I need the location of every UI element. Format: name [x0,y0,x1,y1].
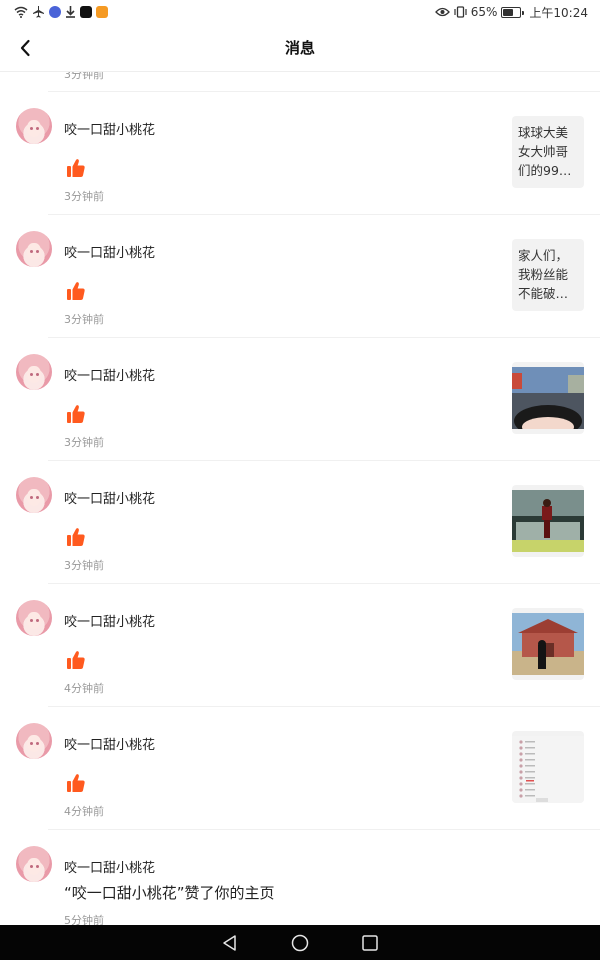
list-item[interactable]: 咬一口甜小桃花 4分钟前 [0,584,600,707]
notification-message: “咬一口甜小桃花”赞了你的主页 [64,884,275,902]
post-preview[interactable]: 家人们，我粉丝能不能破… [512,239,584,311]
browser-app-icon [49,6,61,18]
post-preview[interactable] [512,485,584,557]
time-label: 4分钟前 [64,805,104,818]
game-screenshot-thumbnail [512,490,584,552]
list-item[interactable]: 咬一口甜小桃花 3分钟前 家人们，我粉丝能不能破… [0,215,600,338]
post-preview[interactable] [512,362,584,434]
thumbs-up-icon [67,405,85,423]
back-arrow-icon[interactable] [14,36,38,60]
list-item[interactable]: 咬一口甜小桃花 3分钟前 [0,338,600,461]
time-label: 4分钟前 [64,682,104,695]
douyin-app-icon [80,6,92,18]
game-screenshot-thumbnail [512,613,584,675]
nav-home-icon[interactable] [290,933,310,953]
nav-recents-icon[interactable] [360,933,380,953]
time-label: 3分钟前 [64,559,104,572]
airplane-icon [33,6,44,18]
avatar[interactable] [16,231,52,267]
status-icons-right: 65% 上午10:24 [434,4,588,21]
avatar[interactable] [16,354,52,390]
battery-percent: 65% [470,5,498,19]
system-nav-bar [0,925,600,960]
user-name[interactable]: 咬一口甜小桃花 [64,365,155,384]
nav-back-icon[interactable] [220,933,240,953]
notification-list[interactable]: 3分钟前 咬一口甜小桃花 3分钟前 球球大美女大帅哥们的99… 咬一口甜小桃花 … [0,72,600,925]
thumbs-up-icon [67,651,85,669]
avatar[interactable] [16,600,52,636]
header: 消息 [0,24,600,72]
thumbs-up-icon [67,282,85,300]
post-preview-text: 球球大美女大帅哥们的99… [518,125,572,178]
post-preview[interactable] [512,608,584,680]
download-icon [66,6,75,18]
thumbs-up-icon [67,159,85,177]
game-screenshot-thumbnail [512,367,584,429]
list-item[interactable]: 咬一口甜小桃花 3分钟前 [0,461,600,584]
video-app-icon [96,6,108,18]
list-item[interactable]: 咬一口甜小桃花 “咬一口甜小桃花”赞了你的主页 5分钟前 [0,830,600,925]
list-item[interactable]: 咬一口甜小桃花 4分钟前 [0,707,600,830]
post-preview-text: 家人们，我粉丝能不能破… [518,248,569,301]
previous-item-time: 3分钟前 [64,72,104,81]
user-name[interactable]: 咬一口甜小桃花 [64,488,155,507]
wifi-icon [14,6,28,18]
thumbs-up-icon [67,774,85,792]
user-name[interactable]: 咬一口甜小桃花 [64,734,155,753]
user-name[interactable]: 咬一口甜小桃花 [64,857,155,876]
time-label: 3分钟前 [64,190,104,203]
status-bar: 65% 上午10:24 [0,0,600,24]
vibrate-icon [454,6,467,18]
post-preview[interactable]: 球球大美女大帅哥们的99… [512,116,584,188]
post-preview[interactable] [512,731,584,803]
user-name[interactable]: 咬一口甜小桃花 [64,611,155,630]
eye-icon [434,7,450,17]
time-label: 5分钟前 [64,914,104,925]
avatar[interactable] [16,108,52,144]
avatar[interactable] [16,723,52,759]
battery-icon [501,6,525,18]
avatar[interactable] [16,846,52,882]
time-label: 3分钟前 [64,436,104,449]
status-icons-left [14,6,108,18]
avatar[interactable] [16,477,52,513]
clock: 上午10:24 [529,5,588,20]
thumbs-up-icon [67,528,85,546]
message-list-thumbnail [512,736,584,803]
user-name[interactable]: 咬一口甜小桃花 [64,242,155,261]
page-title: 消息 [284,39,315,57]
time-label: 3分钟前 [64,313,104,326]
list-item[interactable]: 咬一口甜小桃花 3分钟前 球球大美女大帅哥们的99… [0,92,600,215]
user-name[interactable]: 咬一口甜小桃花 [64,119,155,138]
